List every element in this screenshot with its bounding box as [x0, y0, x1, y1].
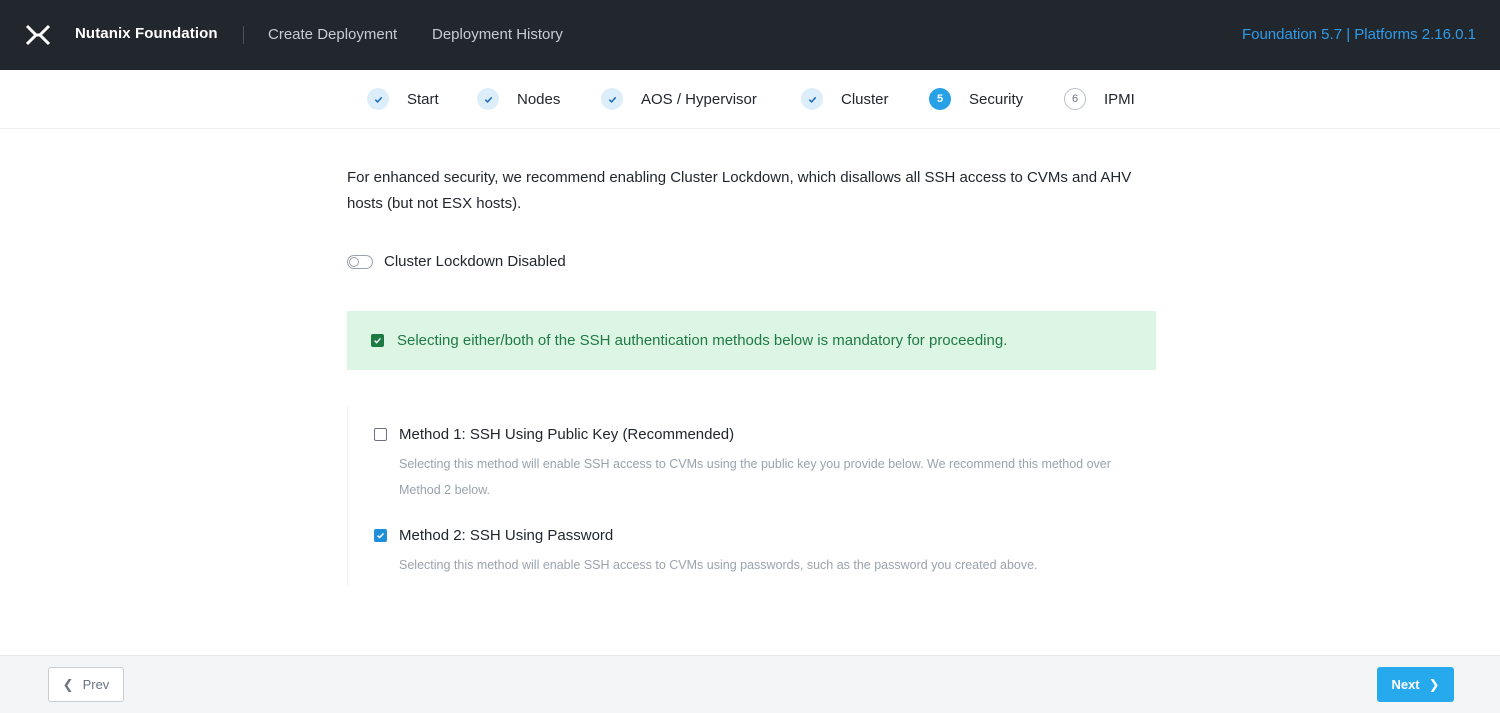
wizard-steps: Start Nodes AOS / Hypervisor Cluster 5 S…	[0, 70, 1500, 129]
chevron-left-icon: ❮	[62, 676, 74, 692]
step-check-icon	[801, 88, 823, 110]
step-label: Start	[407, 90, 439, 108]
check-icon	[371, 334, 384, 347]
nav-deployment-history[interactable]: Deployment History	[432, 26, 563, 43]
step-check-icon	[601, 88, 623, 110]
step-aos-hypervisor[interactable]: AOS / Hypervisor	[601, 88, 757, 110]
step-number: 5	[929, 88, 951, 110]
checkmark-icon	[377, 532, 385, 539]
step-check-icon	[367, 88, 389, 110]
method-description: Selecting this method will enable SSH ac…	[399, 558, 1038, 572]
method-title: Method 2: SSH Using Password	[399, 527, 614, 544]
next-button[interactable]: Next ❯	[1377, 667, 1454, 702]
method-public-key: Method 1: SSH Using Public Key (Recommen…	[374, 426, 1129, 503]
top-header: Nutanix Foundation Create Deployment Dep…	[0, 0, 1500, 70]
step-label: Nodes	[517, 90, 561, 108]
step-ipmi[interactable]: 6 IPMI	[1064, 88, 1135, 110]
ssh-methods: Method 1: SSH Using Public Key (Recommen…	[347, 406, 1156, 586]
method-password: Method 2: SSH Using Password Selecting t…	[374, 527, 1129, 578]
step-check-icon	[477, 88, 499, 110]
method-description: Selecting this method will enable SSH ac…	[399, 457, 1111, 497]
step-cluster[interactable]: Cluster	[801, 88, 889, 110]
prev-button[interactable]: ❮ Prev	[48, 667, 124, 702]
wizard-footer: ❮ Prev Next ❯	[0, 655, 1500, 713]
version-info[interactable]: Foundation 5.7 | Platforms 2.16.0.1	[1242, 26, 1476, 43]
security-intro-text: For enhanced security, we recommend enab…	[347, 169, 1132, 212]
ssh-mandatory-notice: Selecting either/both of the SSH authent…	[347, 311, 1156, 370]
toggle-switch[interactable]	[347, 254, 373, 269]
step-label: IPMI	[1104, 90, 1135, 108]
step-label: Security	[969, 90, 1024, 108]
public-key-checkbox[interactable]	[374, 428, 387, 441]
step-label: AOS / Hypervisor	[641, 90, 757, 108]
step-start[interactable]: Start	[367, 88, 439, 110]
nav-create-deployment[interactable]: Create Deployment	[268, 26, 397, 43]
step-security[interactable]: 5 Security	[929, 88, 1023, 110]
step-label: Cluster	[841, 90, 889, 108]
header-divider	[243, 26, 244, 44]
brand-name: Nutanix Foundation	[75, 25, 218, 42]
nutanix-x-logo-icon[interactable]	[25, 24, 51, 46]
notice-text: Selecting either/both of the SSH authent…	[397, 332, 1008, 349]
method-title: Method 1: SSH Using Public Key (Recommen…	[399, 426, 735, 443]
prev-label: Prev	[82, 677, 110, 692]
step-nodes[interactable]: Nodes	[477, 88, 560, 110]
toggle-label: Cluster Lockdown Disabled	[384, 253, 566, 270]
step-number: 6	[1064, 88, 1086, 110]
cluster-lockdown-toggle[interactable]: Cluster Lockdown Disabled	[347, 253, 566, 270]
toggle-knob	[349, 256, 359, 267]
next-label: Next	[1391, 677, 1420, 692]
password-checkbox[interactable]	[374, 529, 387, 542]
chevron-right-icon: ❯	[1428, 676, 1440, 692]
